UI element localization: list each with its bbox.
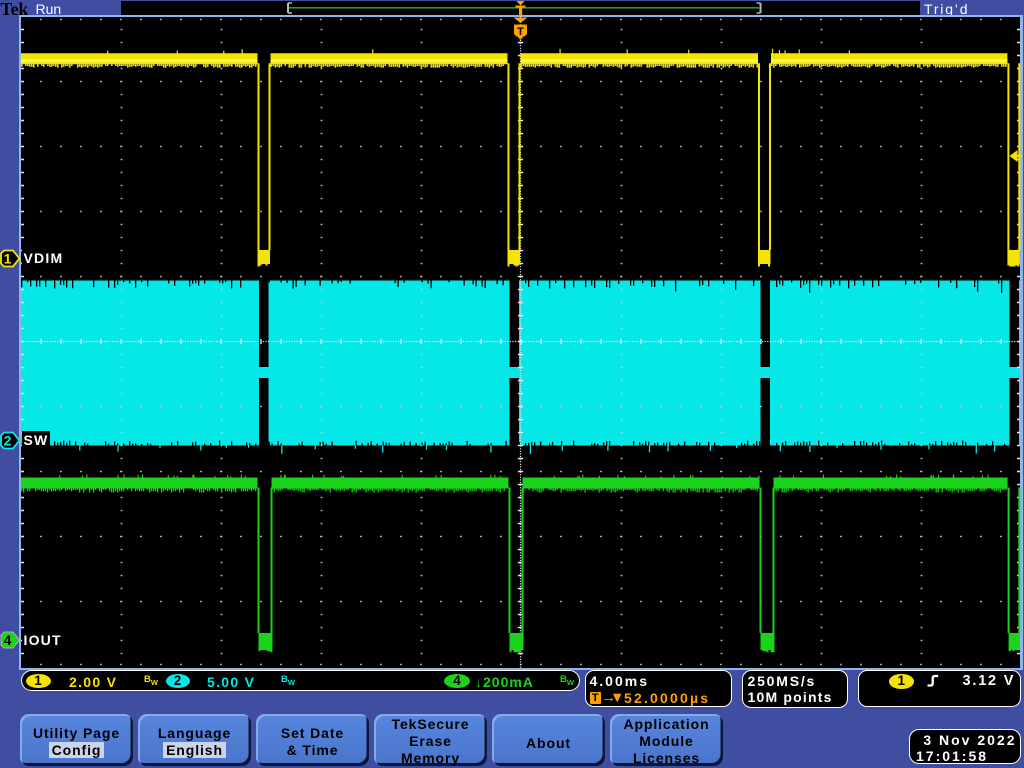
svg-text:4: 4 <box>4 632 12 648</box>
svg-text:1: 1 <box>4 251 12 267</box>
svg-text:T: T <box>517 26 524 38</box>
svg-text:2: 2 <box>4 433 12 449</box>
